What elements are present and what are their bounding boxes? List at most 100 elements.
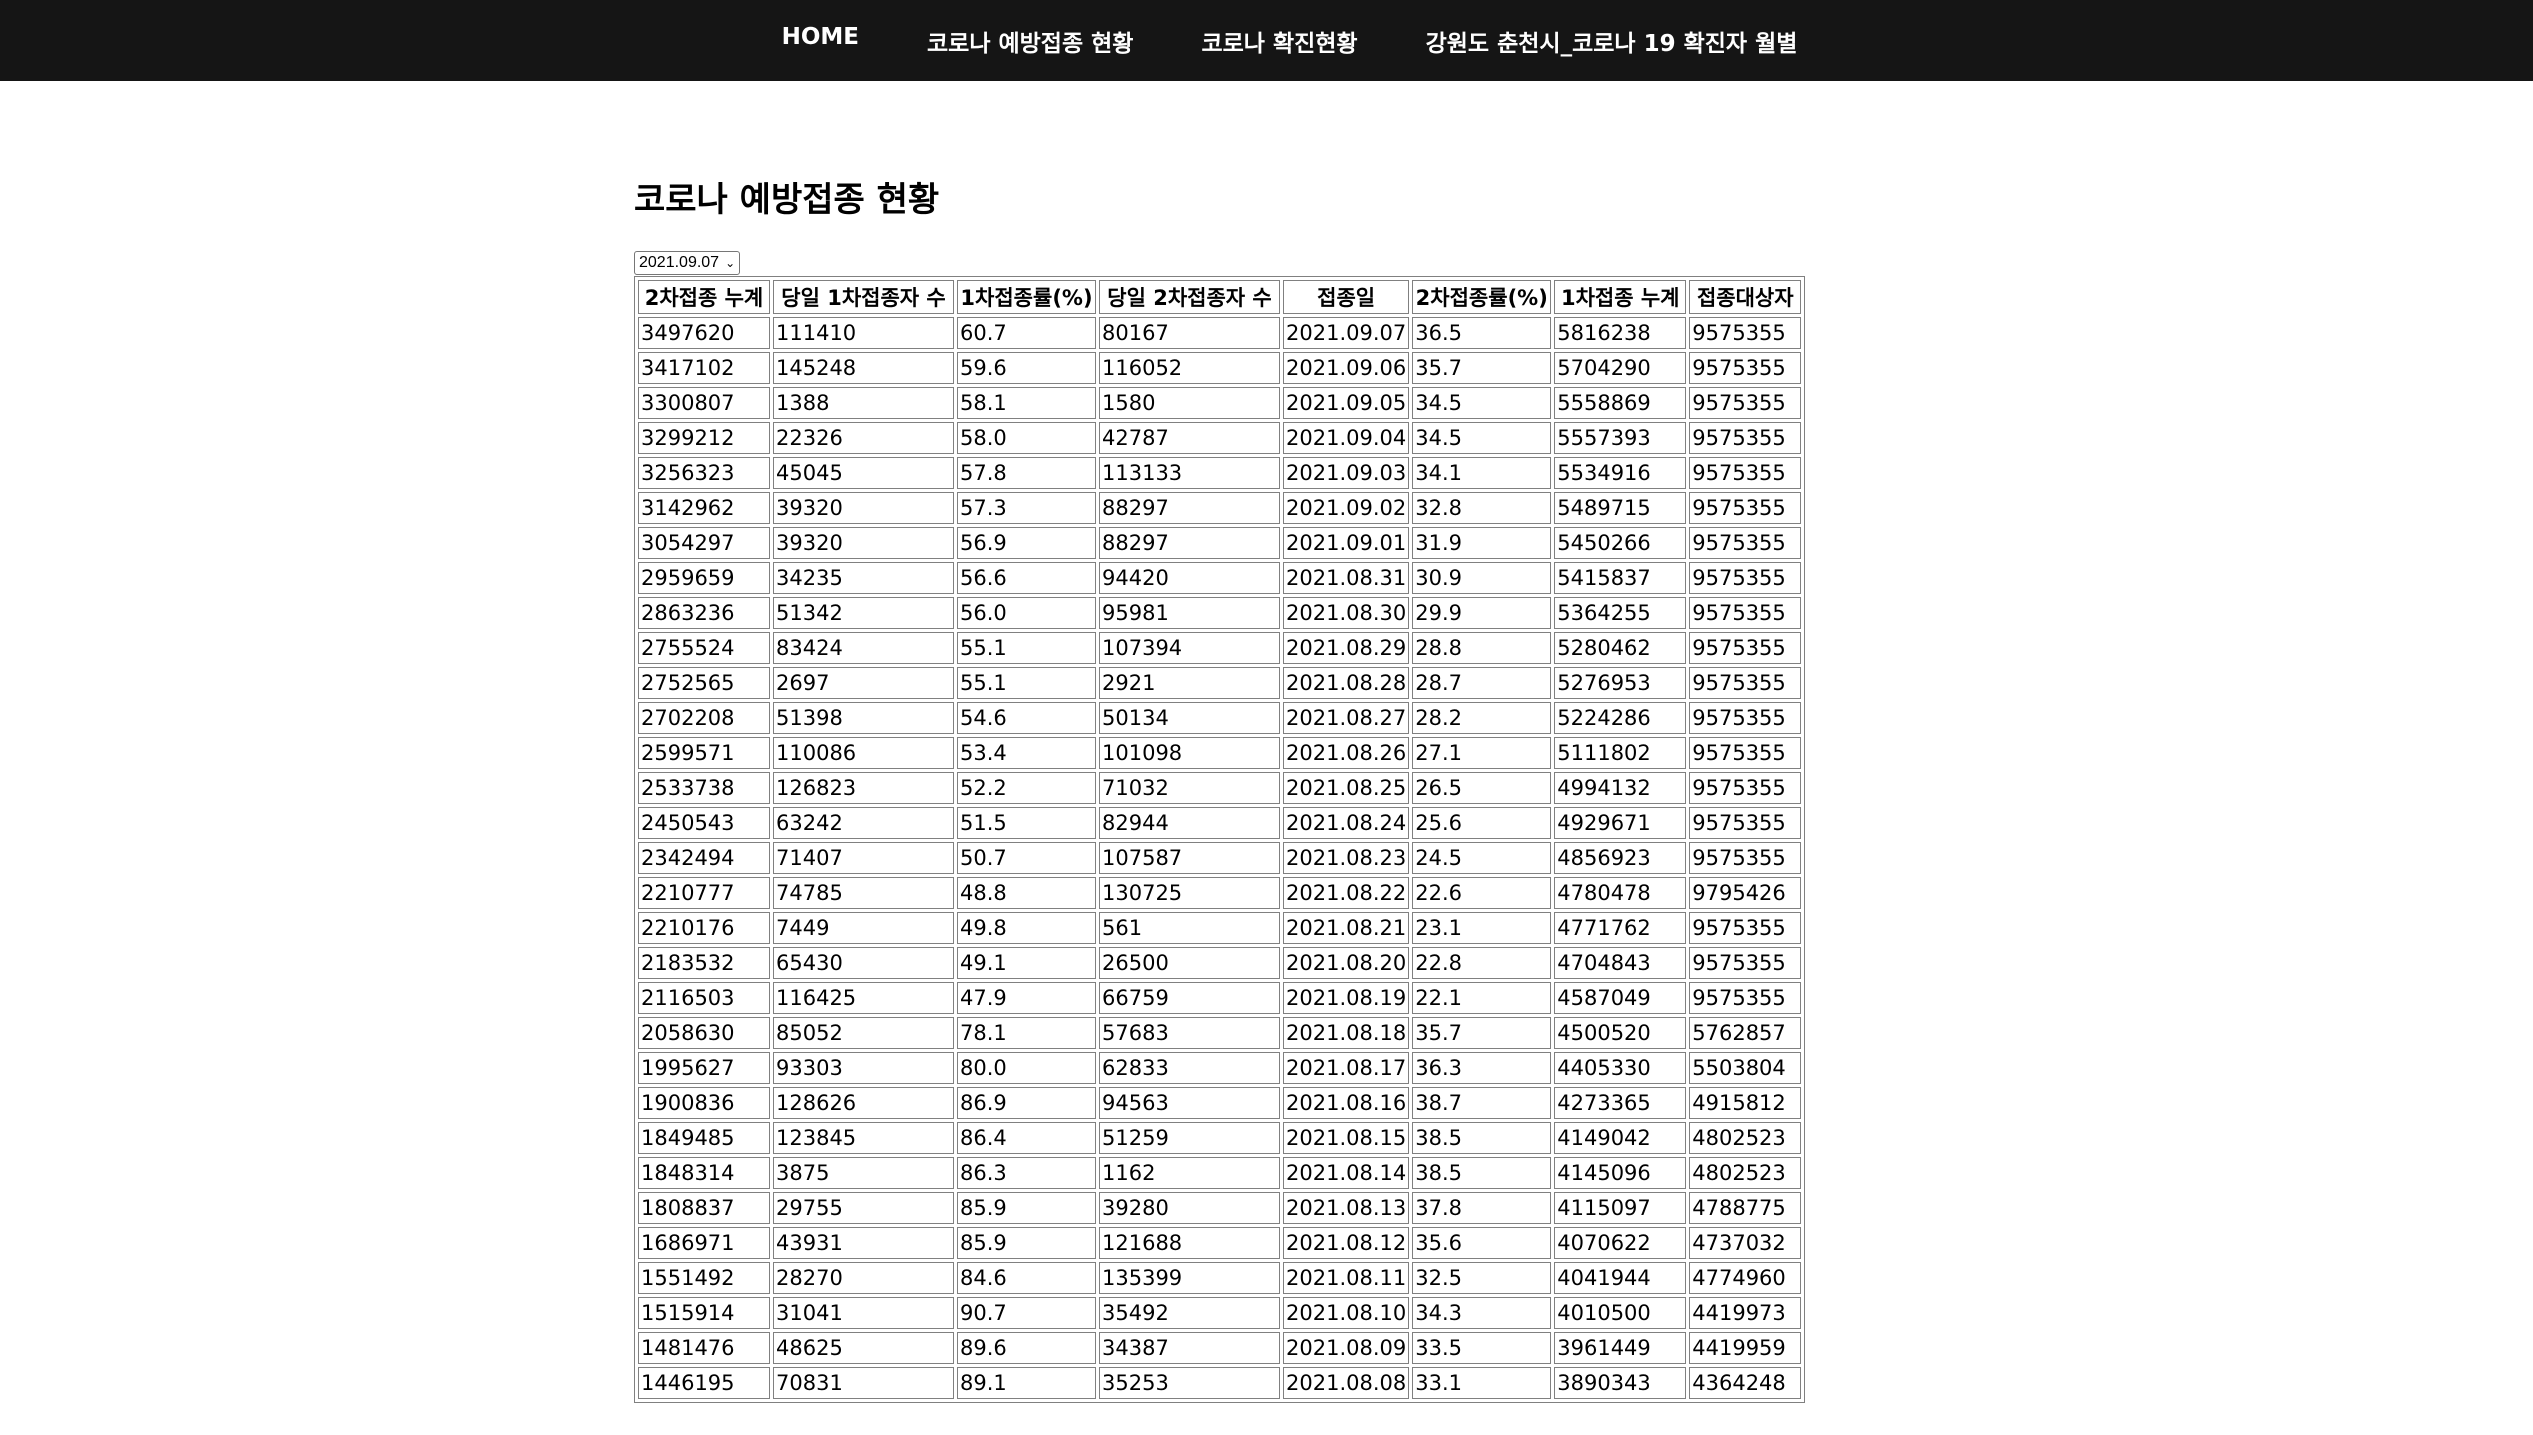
table-cell: 9575355 xyxy=(1689,666,1802,699)
table-cell: 2021.08.10 xyxy=(1283,1296,1410,1329)
table-cell: 9575355 xyxy=(1689,491,1802,524)
table-cell: 1551492 xyxy=(638,1261,770,1294)
table-cell: 80.0 xyxy=(957,1051,1096,1084)
table-row: 1686971 43931 85.9 121688 2021.08.12 35.6 4070… xyxy=(638,1226,1802,1259)
page-title: 코로나 예방접종 현황 xyxy=(634,180,940,220)
table-cell: 35492 xyxy=(1099,1296,1280,1329)
table-cell: 25.6 xyxy=(1412,806,1552,839)
table-cell: 89.1 xyxy=(957,1366,1096,1399)
table-cell: 9575355 xyxy=(1689,561,1802,594)
table-cell: 85.9 xyxy=(957,1191,1096,1224)
table-cell: 4737032 xyxy=(1689,1226,1802,1259)
table-cell: 9575355 xyxy=(1689,736,1802,769)
table-cell: 22.6 xyxy=(1412,876,1552,909)
nav-confirmed-link[interactable]: 코로나 확진현황 xyxy=(1167,24,1391,58)
table-cell: 5816238 xyxy=(1554,316,1687,349)
table-row: 2755524 83424 55.1 107394 2021.08.29 28.8 5280… xyxy=(638,631,1802,664)
table-cell: 5450266 xyxy=(1554,526,1687,559)
table-cell: 4500520 xyxy=(1554,1016,1687,1049)
table-cell: 5704290 xyxy=(1554,351,1687,384)
table-row: 3299212 22326 58.0 42787 2021.09.04 34.5 55573… xyxy=(638,421,1802,454)
table-cell: 2021.08.15 xyxy=(1283,1121,1410,1154)
table-cell: 33.1 xyxy=(1412,1366,1552,1399)
nav-chuncheon-monthly-link[interactable]: 강원도 춘천시_코로나 19 확진자 월별 xyxy=(1392,24,1832,58)
table-cell: 2021.08.26 xyxy=(1283,736,1410,769)
table-cell: 51259 xyxy=(1099,1121,1280,1154)
table-cell: 2021.09.07 xyxy=(1283,316,1410,349)
table-cell: 111410 xyxy=(773,316,954,349)
table-cell: 2021.08.29 xyxy=(1283,631,1410,664)
table-row: 2863236 51342 56.0 95981 2021.08.30 29.9 53642… xyxy=(638,596,1802,629)
table-cell: 3875 xyxy=(773,1156,954,1189)
table-cell: 4587049 xyxy=(1554,981,1687,1014)
table-cell: 9575355 xyxy=(1689,386,1802,419)
table-cell: 2702208 xyxy=(638,701,770,734)
date-select[interactable]: 2021.09.07 ⌄ xyxy=(634,250,741,275)
table-cell: 4273365 xyxy=(1554,1086,1687,1119)
table-cell: 58.1 xyxy=(957,386,1096,419)
table-cell: 4070622 xyxy=(1554,1226,1687,1259)
table-cell: 2342494 xyxy=(638,841,770,874)
table-cell: 57.3 xyxy=(957,491,1096,524)
table-cell: 2021.09.02 xyxy=(1283,491,1410,524)
table-cell: 9575355 xyxy=(1689,771,1802,804)
table-cell: 78.1 xyxy=(957,1016,1096,1049)
table-cell: 2752565 xyxy=(638,666,770,699)
table-cell: 51398 xyxy=(773,701,954,734)
table-cell: 5503804 xyxy=(1689,1051,1802,1084)
nav-home-link[interactable]: HOME xyxy=(748,24,893,58)
table-cell: 9575355 xyxy=(1689,806,1802,839)
table-cell: 3497620 xyxy=(638,316,770,349)
table-cell: 113133 xyxy=(1099,456,1280,489)
table-cell: 50.7 xyxy=(957,841,1096,874)
table-cell: 5224286 xyxy=(1554,701,1687,734)
table-cell: 27.1 xyxy=(1412,736,1552,769)
table-row: 1848314 3875 86.3 1162 2021.08.14 38.5 4145096… xyxy=(638,1156,1802,1189)
table-cell: 32.8 xyxy=(1412,491,1552,524)
table-cell: 33.5 xyxy=(1412,1331,1552,1364)
table-cell: 2021.08.23 xyxy=(1283,841,1410,874)
table-cell: 1481476 xyxy=(638,1331,770,1364)
table-row: 2959659 34235 56.6 94420 2021.08.31 30.9 54158… xyxy=(638,561,1802,594)
table-cell: 1849485 xyxy=(638,1121,770,1154)
table-cell: 9575355 xyxy=(1689,421,1802,454)
nav-vaccination-link[interactable]: 코로나 예방접종 현황 xyxy=(893,24,1167,58)
table-cell: 1515914 xyxy=(638,1296,770,1329)
table-cell: 4771762 xyxy=(1554,911,1687,944)
table-cell: 35.6 xyxy=(1412,1226,1552,1259)
table-header-cell: 2차접종률(%) xyxy=(1412,279,1552,314)
table-cell: 2021.09.05 xyxy=(1283,386,1410,419)
table-cell: 2210176 xyxy=(638,911,770,944)
table-cell: 55.1 xyxy=(957,631,1096,664)
table-cell: 4041944 xyxy=(1554,1261,1687,1294)
table-cell: 53.4 xyxy=(957,736,1096,769)
table-cell: 45045 xyxy=(773,456,954,489)
table-cell: 116425 xyxy=(773,981,954,1014)
table-header-cell: 접종대상자 xyxy=(1689,279,1802,314)
table-cell: 94563 xyxy=(1099,1086,1280,1119)
table-cell: 34.5 xyxy=(1412,421,1552,454)
table-cell: 63242 xyxy=(773,806,954,839)
table-cell: 3890343 xyxy=(1554,1366,1687,1399)
table-cell: 95981 xyxy=(1099,596,1280,629)
table-cell: 2021.08.27 xyxy=(1283,701,1410,734)
table-cell: 5364255 xyxy=(1554,596,1687,629)
table-cell: 34.5 xyxy=(1412,386,1552,419)
table-cell: 58.0 xyxy=(957,421,1096,454)
table-cell: 5280462 xyxy=(1554,631,1687,664)
table-row: 2342494 71407 50.7 107587 2021.08.23 24.5 4856… xyxy=(638,841,1802,874)
table-cell: 1162 xyxy=(1099,1156,1280,1189)
table-cell: 84.6 xyxy=(957,1261,1096,1294)
table-cell: 28.2 xyxy=(1412,701,1552,734)
table-cell: 2021.09.06 xyxy=(1283,351,1410,384)
table-cell: 4010500 xyxy=(1554,1296,1687,1329)
table-cell: 56.9 xyxy=(957,526,1096,559)
table-cell: 2021.08.19 xyxy=(1283,981,1410,1014)
table-cell: 48625 xyxy=(773,1331,954,1364)
table-cell: 2863236 xyxy=(638,596,770,629)
table-cell: 2021.08.08 xyxy=(1283,1366,1410,1399)
table-cell: 4419959 xyxy=(1689,1331,1802,1364)
table-cell: 5762857 xyxy=(1689,1016,1802,1049)
table-row: 1515914 31041 90.7 35492 2021.08.10 34.3 40105… xyxy=(638,1296,1802,1329)
table-cell: 3054297 xyxy=(638,526,770,559)
